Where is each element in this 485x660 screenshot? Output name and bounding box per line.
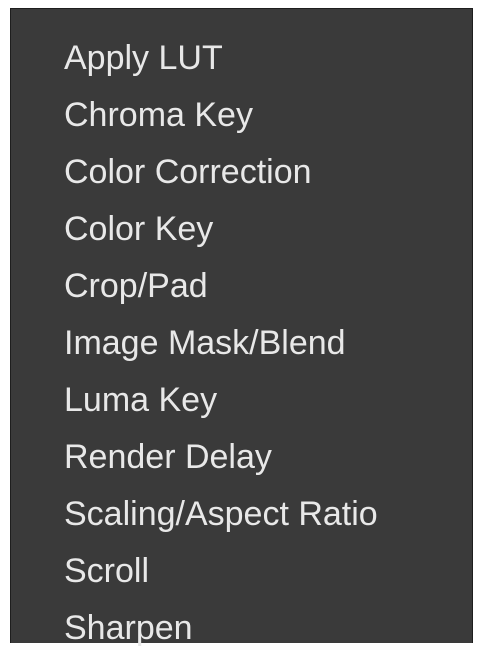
menu-item-chroma-key[interactable]: Chroma Key: [11, 90, 472, 147]
menu-item-luma-key[interactable]: Luma Key: [11, 375, 472, 432]
menu-item-sharpen[interactable]: Sharpen: [11, 603, 472, 660]
menu-item-scroll[interactable]: Scroll: [11, 546, 472, 603]
menu-item-color-key[interactable]: Color Key: [11, 204, 472, 261]
menu-item-crop-pad[interactable]: Crop/Pad: [11, 261, 472, 318]
menu-item-apply-lut[interactable]: Apply LUT: [11, 33, 472, 90]
menu-item-render-delay[interactable]: Render Delay: [11, 432, 472, 489]
menu-item-scaling-aspect-ratio[interactable]: Scaling/Aspect Ratio: [11, 489, 472, 546]
effects-menu: Apply LUT Chroma Key Color Correction Co…: [10, 8, 473, 647]
menu-item-color-correction[interactable]: Color Correction: [11, 147, 472, 204]
menu-item-image-mask-blend[interactable]: Image Mask/Blend: [11, 318, 472, 375]
